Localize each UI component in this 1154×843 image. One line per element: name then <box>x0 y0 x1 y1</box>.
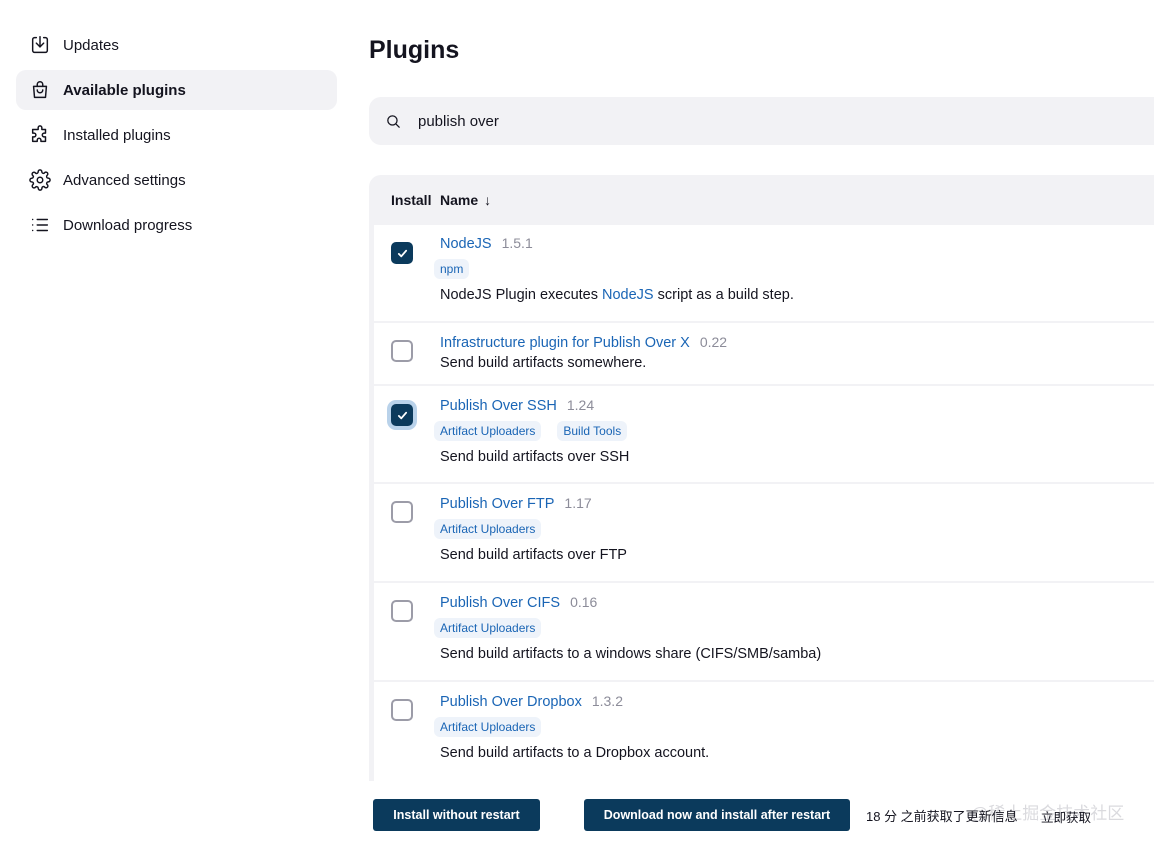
sidebar-item-download-progress[interactable]: Download progress <box>16 205 337 245</box>
sidebar-item-label: Available plugins <box>63 81 186 99</box>
description-text: script as a build step. <box>653 287 794 303</box>
install-checkbox[interactable] <box>391 404 413 426</box>
plugins-table: Install Name ↓ NodeJS 1.5.1 npm NodeJS P… <box>369 175 1154 781</box>
download-install-after-restart-button[interactable]: Download now and install after restart <box>584 799 850 831</box>
plugin-description: Send build artifacts over FTP <box>440 547 627 563</box>
plugin-version: 0.22 <box>699 334 728 350</box>
install-without-restart-button[interactable]: Install without restart <box>373 799 540 831</box>
plugin-name-link[interactable]: Publish Over SSH <box>440 398 557 414</box>
plugin-version: 1.3.2 <box>591 693 623 709</box>
plugin-name-link[interactable]: Publish Over Dropbox <box>440 694 582 710</box>
category-tag[interactable]: npm <box>434 259 470 279</box>
category-tag[interactable]: Artifact Uploaders <box>434 618 542 638</box>
plugin-description: Send build artifacts to a Dropbox accoun… <box>440 745 710 761</box>
shopping-bag-icon <box>28 78 52 102</box>
sidebar-item-updates[interactable]: Updates <box>16 25 337 65</box>
sidebar-item-label: Advanced settings <box>63 171 186 189</box>
plugin-description: Send build artifacts over SSH <box>440 449 630 465</box>
search-input[interactable] <box>418 112 1118 130</box>
table-row: Infrastructure plugin for Publish Over X… <box>374 323 1154 386</box>
plugin-name-link[interactable]: Publish Over FTP <box>440 496 554 512</box>
column-header-install: Install <box>391 192 432 208</box>
table-row: Publish Over SSH 1.24 Artifact Uploaders… <box>374 386 1154 484</box>
table-row: Publish Over CIFS 0.16 Artifact Uploader… <box>374 583 1154 682</box>
plugin-name-link[interactable]: Infrastructure plugin for Publish Over X <box>440 335 690 351</box>
table-row: Publish Over Dropbox 1.3.2 Artifact Uplo… <box>374 682 1154 781</box>
sidebar-item-available-plugins[interactable]: Available plugins <box>16 70 337 110</box>
install-checkbox[interactable] <box>391 242 413 264</box>
table-body: NodeJS 1.5.1 npm NodeJS Plugin executes … <box>374 225 1154 781</box>
sidebar-item-label: Installed plugins <box>63 126 171 144</box>
install-checkbox[interactable] <box>391 600 413 622</box>
plugin-version: 1.5.1 <box>501 235 533 251</box>
category-tag[interactable]: Artifact Uploaders <box>434 519 542 539</box>
plugin-name-link[interactable]: NodeJS <box>440 236 492 252</box>
sidebar-item-advanced-settings[interactable]: Advanced settings <box>16 160 337 200</box>
plugin-description: NodeJS Plugin executes NodeJS script as … <box>440 287 1154 303</box>
puzzle-icon <box>28 123 52 147</box>
sort-arrow-icon: ↓ <box>484 192 492 208</box>
update-status-text: 18 分 之前获取了更新信息 <box>866 809 1018 824</box>
category-tag[interactable]: Artifact Uploaders <box>434 421 542 441</box>
plugin-version: 1.17 <box>564 495 592 511</box>
category-tag[interactable]: Artifact Uploaders <box>434 717 542 737</box>
download-icon <box>28 33 52 57</box>
table-header: Install Name ↓ <box>369 175 1154 225</box>
table-row: Publish Over FTP 1.17 Artifact Uploaders… <box>374 484 1154 583</box>
install-checkbox[interactable] <box>391 699 413 721</box>
plugin-name-link[interactable]: Publish Over CIFS <box>440 595 560 611</box>
checkmark-icon <box>397 411 407 419</box>
install-checkbox[interactable] <box>391 340 413 362</box>
plugin-version: 1.24 <box>566 397 595 413</box>
gear-icon <box>28 168 52 192</box>
description-text: NodeJS Plugin executes <box>440 287 603 303</box>
plugin-description: Send build artifacts to a windows share … <box>440 646 822 662</box>
table-row: NodeJS 1.5.1 npm NodeJS Plugin executes … <box>374 225 1154 323</box>
column-header-name-label: Name <box>440 192 479 208</box>
plugin-version: 0.16 <box>570 594 598 610</box>
sidebar-item-label: Download progress <box>63 216 193 234</box>
search-bar[interactable] <box>369 97 1154 145</box>
column-header-name[interactable]: Name ↓ <box>440 192 491 208</box>
category-tag[interactable]: Build Tools <box>557 421 628 441</box>
refresh-now-link[interactable]: 立即获取 <box>1041 807 1091 826</box>
description-link[interactable]: NodeJS <box>602 287 654 303</box>
sidebar-item-installed-plugins[interactable]: Installed plugins <box>16 115 337 155</box>
sidebar-item-label: Updates <box>63 36 119 54</box>
page-title: Plugins <box>369 36 460 64</box>
bottom-action-bar: Install without restart Download now and… <box>0 781 1154 843</box>
search-icon <box>387 114 400 128</box>
sidebar: Updates Available plugins Installed plug… <box>16 25 337 250</box>
list-icon <box>28 213 52 237</box>
install-checkbox[interactable] <box>391 501 413 523</box>
plugin-description: Send build artifacts somewhere. <box>440 355 647 371</box>
checkmark-icon <box>397 249 407 257</box>
